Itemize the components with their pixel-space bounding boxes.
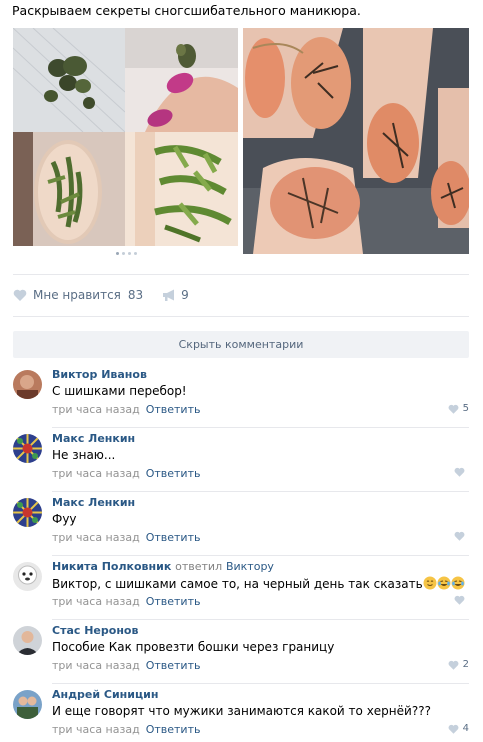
comment-text: Фуу [52, 512, 77, 526]
heart-icon [454, 531, 465, 541]
avatar[interactable] [13, 498, 42, 527]
comment-item: Андрей Синицин И еще говорят что мужики … [13, 688, 469, 742]
divider [52, 491, 469, 492]
comment-text: И еще говорят что мужики занимаются како… [52, 704, 431, 718]
post-actions: Мне нравится 83 9 [13, 287, 189, 303]
tears-of-joy-icon [437, 576, 451, 590]
comment-meta: три часа назад Ответить [52, 659, 200, 672]
comment-author[interactable]: Макс Ленкин [52, 496, 135, 509]
comment-time[interactable]: три часа назад [52, 595, 140, 608]
photo-pink-nails[interactable] [125, 28, 238, 132]
comment-like[interactable]: 5 [448, 403, 469, 414]
heart-icon [13, 289, 27, 301]
reply-target[interactable]: Виктору [226, 560, 274, 573]
comment-item: Стас Неронов Пособие Как провезти бошки … [13, 624, 469, 684]
photo-green-leaves[interactable] [125, 132, 238, 246]
comment-like[interactable] [454, 467, 469, 477]
smiling-face-icon [423, 576, 437, 590]
comment-meta: три часа назад Ответить [52, 723, 200, 736]
comment-time[interactable]: три часа назад [52, 403, 140, 416]
avatar[interactable] [13, 434, 42, 463]
comment-meta: три часа назад Ответить [52, 531, 200, 544]
avatar[interactable] [13, 626, 42, 655]
divider [52, 683, 469, 684]
reply-link[interactable]: Ответить [146, 595, 201, 608]
pager-dot[interactable] [122, 252, 125, 255]
divider [52, 427, 469, 428]
pager-dot[interactable] [116, 252, 119, 255]
comment-like[interactable] [454, 531, 469, 541]
comment-like-count: 5 [462, 403, 469, 414]
divider [52, 555, 469, 556]
post-text: Раскрываем секреты сногсшибательного ман… [12, 3, 361, 18]
photo-buds[interactable] [13, 28, 125, 132]
reply-verb: ответил [175, 560, 223, 573]
photo-leaf-nail[interactable] [13, 132, 125, 246]
divider [52, 619, 469, 620]
comment-meta: три часа назад Ответить [52, 403, 200, 416]
comment-time[interactable]: три часа назад [52, 723, 140, 736]
comment-text: Пособие Как провезти бошки через границу [52, 640, 335, 654]
comment-item: Никита Полковник ответил Виктору Виктор,… [13, 560, 469, 620]
photo-insect-nails[interactable] [243, 28, 469, 254]
comment-meta: три часа назад Ответить [52, 467, 200, 480]
comment-text: Не знаю... [52, 448, 116, 462]
comment-time[interactable]: три часа назад [52, 531, 140, 544]
heart-icon [448, 404, 459, 414]
comment-like[interactable]: 4 [448, 723, 469, 734]
gallery-pager [116, 252, 137, 255]
reply-link[interactable]: Ответить [146, 467, 201, 480]
heart-icon [448, 724, 459, 734]
reply-link[interactable]: Ответить [146, 531, 201, 544]
like-label: Мне нравится [33, 288, 121, 302]
comment-meta: три часа назад Ответить [52, 595, 200, 608]
comment-author[interactable]: Макс Ленкин [52, 432, 135, 445]
reply-link[interactable]: Ответить [146, 659, 201, 672]
comment-author[interactable]: Стас Неронов [52, 624, 138, 637]
heart-icon [448, 660, 459, 670]
comment-time[interactable]: три часа назад [52, 659, 140, 672]
share-count: 9 [181, 288, 189, 302]
comment-item: Виктор Иванов С шишками перебор! три час… [13, 368, 469, 428]
pager-dot[interactable] [128, 252, 131, 255]
comment-like-count: 2 [462, 659, 469, 670]
comment-text: С шишками перебор! [52, 384, 187, 398]
comment-like[interactable]: 2 [448, 659, 469, 670]
comment-like[interactable] [454, 595, 469, 605]
comment-author[interactable]: Виктор Иванов [52, 368, 147, 381]
comment-item: Макс Ленкин Фуу три часа назад Ответить [13, 496, 469, 556]
comment-author[interactable]: Никита Полковник ответил Виктору [52, 560, 274, 573]
tears-of-joy-icon [451, 576, 465, 590]
avatar[interactable] [13, 370, 42, 399]
avatar[interactable] [13, 690, 42, 719]
pager-dot[interactable] [134, 252, 137, 255]
share-button[interactable]: 9 [162, 288, 189, 302]
heart-icon [454, 595, 465, 605]
comment-like-count: 4 [462, 723, 469, 734]
comment-author[interactable]: Андрей Синицин [52, 688, 158, 701]
comment-time[interactable]: три часа назад [52, 467, 140, 480]
reply-link[interactable]: Ответить [146, 403, 201, 416]
megaphone-icon [163, 289, 175, 301]
reply-link[interactable]: Ответить [146, 723, 201, 736]
photo-gallery [13, 28, 469, 254]
like-count: 83 [127, 288, 144, 302]
like-button[interactable]: Мне нравится 83 [13, 288, 143, 302]
hide-comments-button[interactable]: Скрыть комментарии [13, 331, 469, 358]
divider [13, 274, 469, 275]
divider [13, 316, 469, 317]
avatar[interactable] [13, 562, 42, 591]
heart-icon [454, 467, 465, 477]
comment-item: Макс Ленкин Не знаю... три часа назад Отв… [13, 432, 469, 492]
comment-text: Виктор, с шишками самое то, на черный де… [52, 576, 465, 591]
